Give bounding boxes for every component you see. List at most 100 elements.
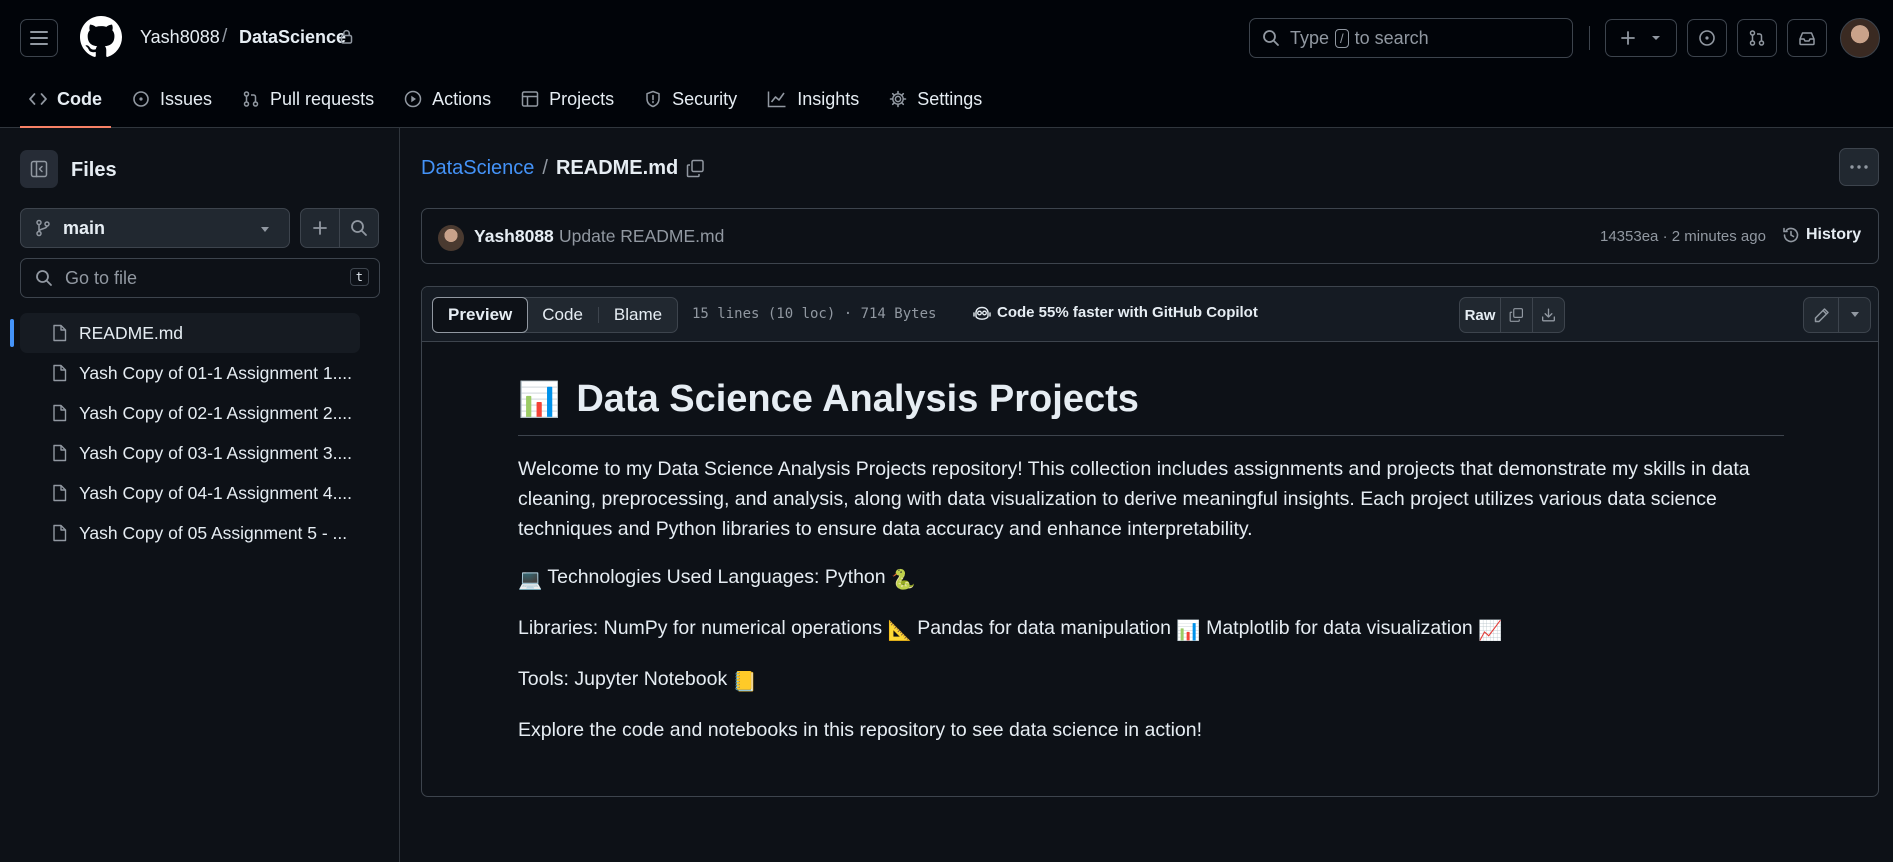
- breadcrumb-file: README.md: [555, 157, 679, 179]
- branch-name: main: [63, 217, 106, 238]
- shield-icon: [646, 90, 660, 108]
- triangle-down-icon: [1652, 36, 1660, 40]
- file-tree-item[interactable]: Yash Copy of 04-1 Assignment 4....: [20, 473, 360, 513]
- file-header: Preview Code Blame 15 lines (10 loc) · 7…: [422, 287, 1878, 342]
- code-view-button[interactable]: Code: [527, 298, 598, 332]
- search-suffix: to search: [1354, 27, 1429, 48]
- gear-icon: [889, 90, 907, 108]
- edit-options-dropdown[interactable]: [1838, 298, 1870, 332]
- file-name: Yash Copy of 05 Assignment 5 - ...: [79, 522, 348, 543]
- copy-icon[interactable]: [686, 159, 705, 178]
- file-name: Yash Copy of 01-1 Assignment 1....: [79, 362, 353, 383]
- pull-request-icon: [1749, 30, 1765, 46]
- tab-security[interactable]: Security: [635, 78, 746, 120]
- files-heading: Files: [71, 159, 117, 181]
- copilot-icon: [973, 306, 991, 320]
- create-new-button[interactable]: [1605, 19, 1677, 57]
- download-icon: [1542, 308, 1555, 322]
- user-avatar[interactable]: [1840, 18, 1880, 58]
- lock-icon: [340, 29, 353, 44]
- tab-insights[interactable]: Insights: [758, 78, 868, 120]
- latest-commit-bar: Yash8088 Update README.md 14353ea · 2 mi…: [421, 208, 1879, 264]
- plus-icon: [1621, 31, 1635, 45]
- top-header: Yash8088 / DataScience Type / to search …: [0, 0, 1893, 128]
- readme-outro: Explore the code and notebooks in this r…: [518, 719, 1203, 741]
- go-to-file-placeholder: Go to file: [65, 267, 138, 288]
- tab-code[interactable]: Code: [20, 78, 111, 128]
- edit-file-button[interactable]: [1804, 298, 1838, 332]
- tab-label: Projects: [549, 88, 615, 109]
- raw-button[interactable]: Raw: [1460, 298, 1500, 332]
- github-logo-icon[interactable]: [80, 16, 122, 58]
- tab-label: Actions: [432, 88, 492, 109]
- search-input[interactable]: Type / to search: [1249, 18, 1573, 58]
- readme-technologies: 💻 Technologies Used Languages: Python 🐍: [518, 562, 1784, 595]
- copy-raw-button[interactable]: [1500, 298, 1532, 332]
- history-label: History: [1806, 226, 1862, 243]
- collapse-sidebar-button[interactable]: [20, 150, 58, 188]
- more-options-button[interactable]: [1839, 148, 1879, 186]
- branch-selector[interactable]: main: [20, 208, 290, 248]
- issues-button[interactable]: [1687, 19, 1727, 57]
- tab-issues[interactable]: Issues: [123, 78, 221, 120]
- file-name: Yash Copy of 04-1 Assignment 4....: [79, 482, 353, 503]
- file-tree: README.md Yash Copy of 01-1 Assignment 1…: [10, 313, 360, 553]
- go-to-file-input[interactable]: Go to file t: [20, 258, 380, 298]
- bar-chart-emoji: 📊: [1176, 620, 1201, 642]
- pull-requests-button[interactable]: [1737, 19, 1777, 57]
- breadcrumb-owner[interactable]: Yash8088: [140, 27, 220, 48]
- preview-button[interactable]: Preview: [432, 297, 529, 333]
- edit-actions: [1803, 297, 1871, 333]
- file-tree-item[interactable]: Yash Copy of 01-1 Assignment 1....: [20, 353, 360, 393]
- pull-request-icon: [243, 91, 259, 107]
- history-button[interactable]: History: [1782, 226, 1861, 244]
- download-button[interactable]: [1532, 298, 1564, 332]
- history-icon: [1783, 227, 1799, 243]
- breadcrumb-separator: /: [222, 26, 228, 47]
- file-tree-item[interactable]: Yash Copy of 03-1 Assignment 3....: [20, 433, 360, 473]
- file-name: Yash Copy of 02-1 Assignment 2....: [79, 402, 353, 423]
- readme-tools: Tools: Jupyter Notebook 📒: [518, 664, 1784, 697]
- tab-settings[interactable]: Settings: [880, 78, 991, 120]
- libraries-pandas: Pandas for data manipulation: [917, 617, 1171, 639]
- file-viewer: Preview Code Blame 15 lines (10 loc) · 7…: [421, 286, 1879, 797]
- search-icon: [36, 270, 52, 286]
- table-icon: [521, 91, 539, 107]
- commit-meta[interactable]: 14353ea · 2 minutes ago: [1600, 228, 1766, 245]
- add-file-button[interactable]: [300, 208, 340, 248]
- triangular-ruler-emoji: 📐: [887, 620, 912, 642]
- file-size-meta: 15 lines (10 loc) · 714 Bytes: [692, 306, 937, 322]
- plus-icon: [313, 221, 327, 235]
- tab-projects[interactable]: Projects: [512, 78, 623, 120]
- copilot-promo[interactable]: Code 55% faster with GitHub Copilot: [973, 304, 1258, 321]
- blame-button[interactable]: Blame: [599, 298, 677, 332]
- triangle-down-icon: [261, 227, 269, 232]
- tab-label: Settings: [917, 88, 983, 109]
- issue-icon: [1699, 30, 1715, 46]
- commit-message[interactable]: Update README.md: [559, 226, 724, 247]
- commit-author-avatar[interactable]: [438, 225, 464, 251]
- tab-pull-requests[interactable]: Pull requests: [233, 78, 383, 120]
- inbox-icon: [1799, 32, 1815, 46]
- search-icon: [351, 220, 367, 236]
- menu-button[interactable]: [20, 19, 58, 57]
- code-icon: [29, 93, 47, 105]
- breadcrumb-repo[interactable]: DataScience: [239, 27, 346, 48]
- inbox-button[interactable]: [1787, 19, 1827, 57]
- laptop-emoji: 💻: [518, 569, 543, 591]
- tab-label: Pull requests: [270, 88, 375, 109]
- search-files-button[interactable]: [339, 208, 379, 248]
- commit-author[interactable]: Yash8088: [474, 226, 554, 247]
- file-tree-item-readme[interactable]: README.md: [10, 313, 360, 353]
- chart-increasing-emoji: 📈: [1478, 620, 1503, 642]
- file-icon: [53, 404, 67, 422]
- file-tree-sidebar: Files main Go to file t README.md Yash C…: [0, 128, 400, 862]
- file-tree-item[interactable]: Yash Copy of 02-1 Assignment 2....: [20, 393, 360, 433]
- tab-label: Issues: [160, 88, 213, 109]
- tab-actions[interactable]: Actions: [395, 78, 500, 120]
- repo-nav-tabs: Code Issues Pull requests Actions Projec…: [20, 78, 1003, 128]
- breadcrumb-repo-link[interactable]: DataScience: [421, 157, 534, 180]
- file-tree-item[interactable]: Yash Copy of 05 Assignment 5 - ...: [20, 513, 360, 553]
- kebab-horizontal-icon: [1850, 165, 1868, 169]
- tab-label: Security: [672, 88, 738, 109]
